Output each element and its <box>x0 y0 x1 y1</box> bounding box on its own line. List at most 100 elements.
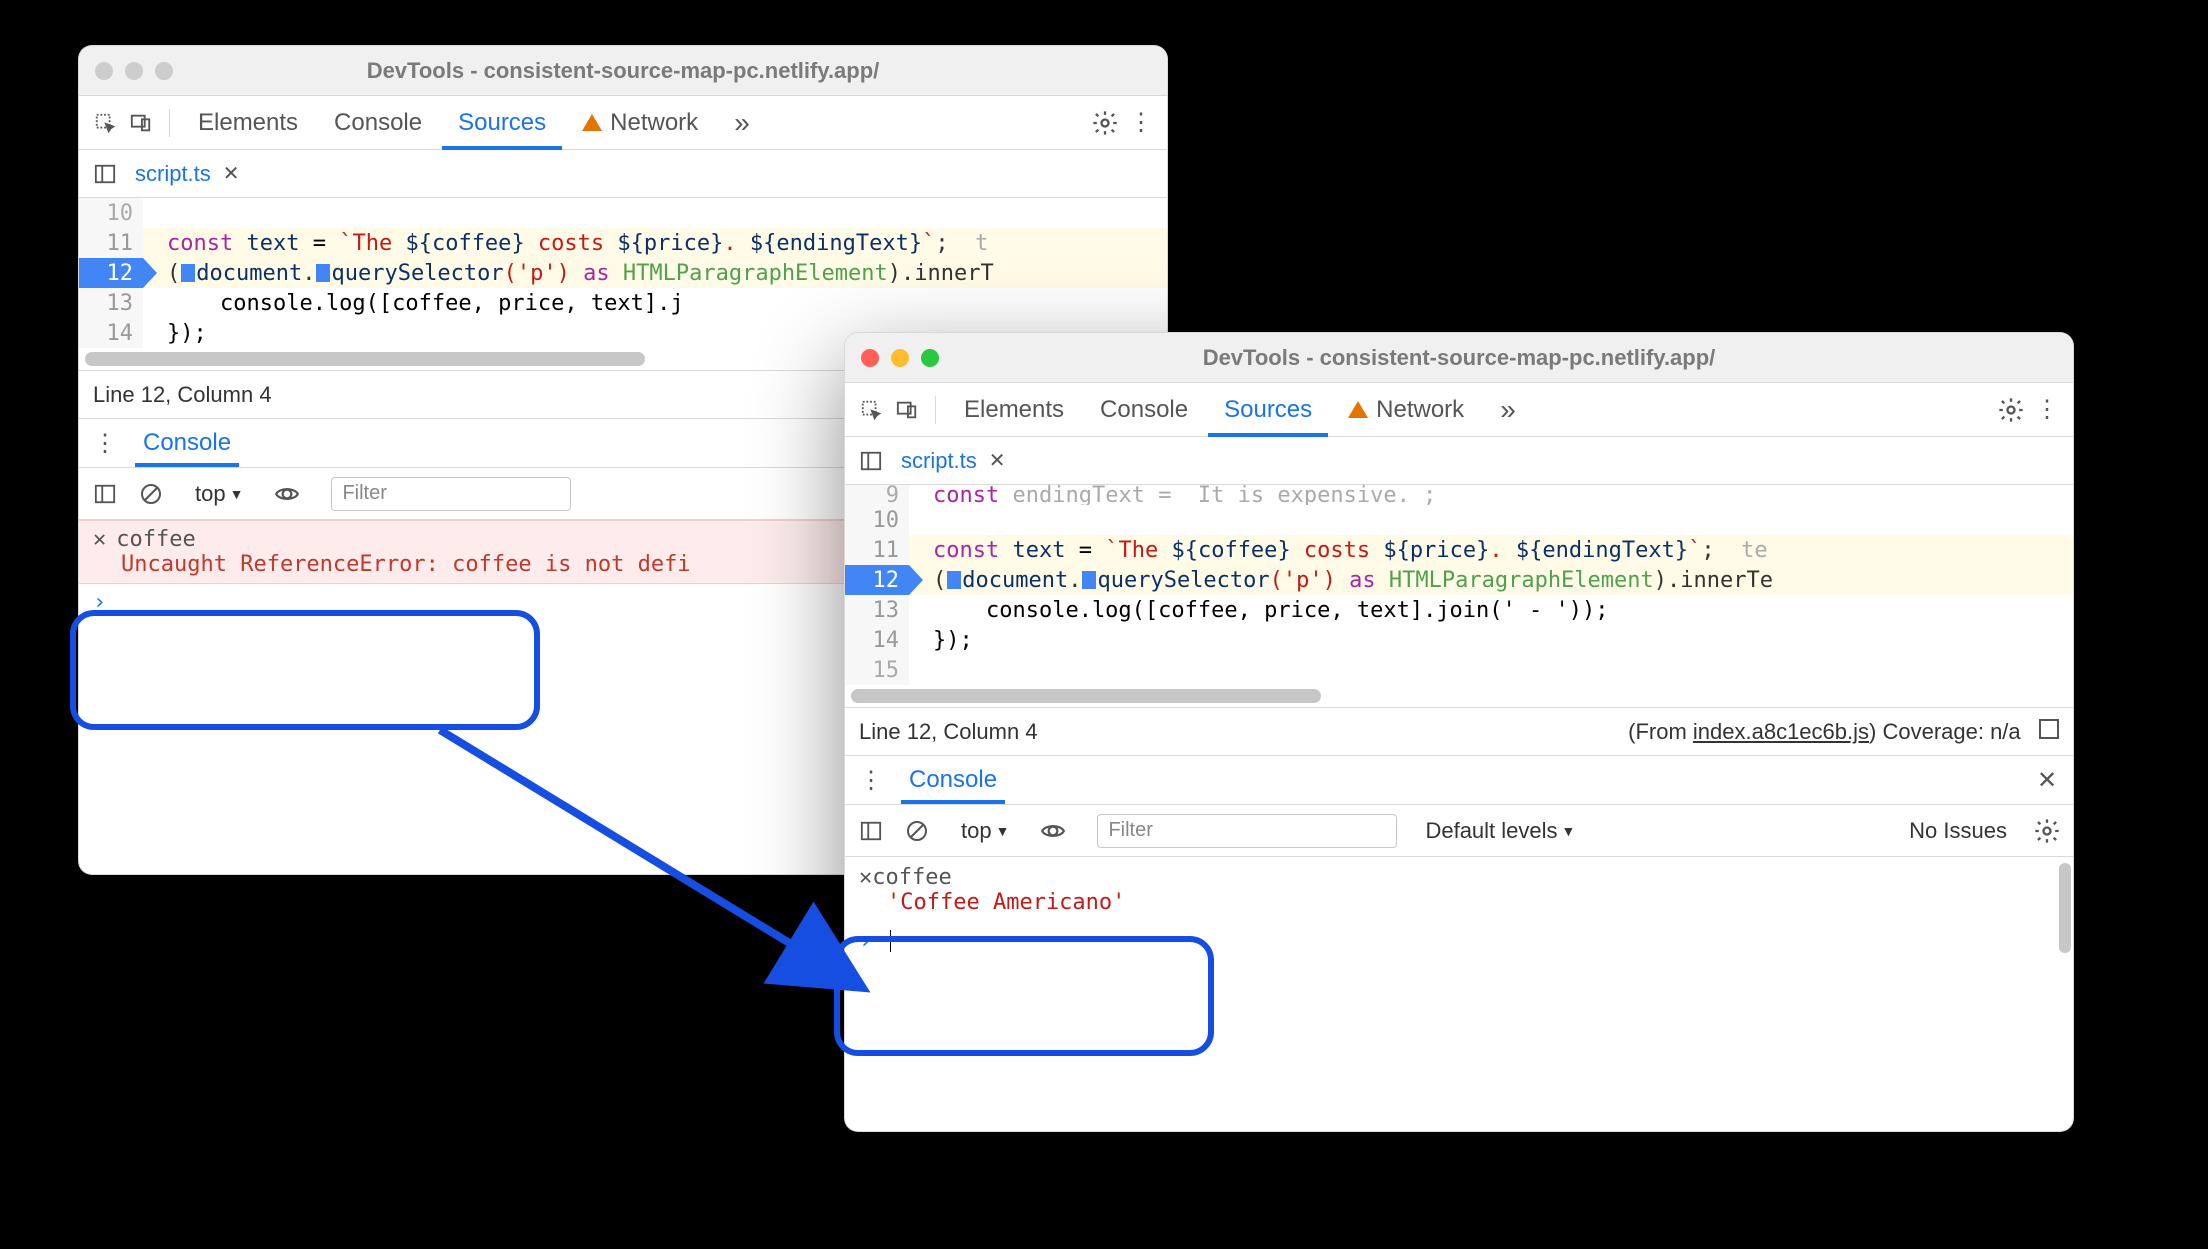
window-title: DevTools - consistent-source-map-pc.netl… <box>861 345 2057 371</box>
status-bar: Line 12, Column 4 (From index.a8c1ec6b.j… <box>845 707 2073 755</box>
cursor-position: Line 12, Column 4 <box>859 719 1038 745</box>
exec-line-number: 12 <box>79 258 143 288</box>
evaluated-expression: coffee <box>116 527 195 552</box>
tab-console[interactable]: Console <box>1084 383 1204 437</box>
live-expression-icon[interactable] <box>1037 815 1069 847</box>
zoom-icon[interactable] <box>921 349 939 367</box>
tab-network[interactable]: Network <box>566 96 714 150</box>
overlay-badge-icon <box>947 571 961 589</box>
horizontal-scrollbar[interactable] <box>851 689 1321 703</box>
code-line-14: }); <box>143 321 207 346</box>
inspect-icon[interactable] <box>89 107 121 139</box>
main-toolbar: Elements Console Sources Network » ⋮ <box>79 96 1167 150</box>
overlay-badge-icon <box>181 264 195 282</box>
log-levels[interactable]: Default levels ▼ <box>1425 818 1575 844</box>
minimize-icon[interactable] <box>891 349 909 367</box>
code-line-9: const endingText = It is expensive. ; <box>909 485 1436 505</box>
line-number: 14 <box>79 318 143 348</box>
sidebar-toggle-icon[interactable] <box>855 815 887 847</box>
filter-input[interactable]: Filter <box>1097 814 1397 848</box>
line-number: 10 <box>79 198 143 228</box>
line-number: 11 <box>845 535 909 565</box>
drawer-tabs: ⋮ Console ✕ <box>845 755 2073 805</box>
warning-icon <box>582 114 602 131</box>
drawer-tab-console[interactable]: Console <box>901 756 1005 804</box>
clear-console-icon[interactable] <box>901 815 933 847</box>
line-number: 13 <box>845 595 909 625</box>
settings-icon[interactable] <box>1089 107 1121 139</box>
tabs-overflow[interactable]: » <box>718 96 766 150</box>
panel-toggle-icon[interactable] <box>89 158 121 190</box>
traffic-lights[interactable] <box>95 62 173 80</box>
line-number: 10 <box>845 505 909 535</box>
clear-console-icon[interactable] <box>135 478 167 510</box>
kebab-icon[interactable]: ⋮ <box>89 427 121 459</box>
device-toggle-icon[interactable] <box>125 107 157 139</box>
console-result: 'Coffee Americano' <box>859 890 2059 915</box>
sidebar-toggle-icon[interactable] <box>89 478 121 510</box>
titlebar: DevTools - consistent-source-map-pc.netl… <box>79 46 1167 96</box>
window-title: DevTools - consistent-source-map-pc.netl… <box>95 58 1151 84</box>
evaluated-expression: coffee <box>872 865 951 890</box>
tab-sources[interactable]: Sources <box>442 96 562 150</box>
console-toolbar: top ▼ Filter Default levels ▼ No Issues <box>845 805 2073 857</box>
code-line-12: (document.querySelector('p') as HTMLPara… <box>143 261 994 286</box>
warning-icon <box>1348 401 1368 418</box>
text-caret <box>890 930 891 952</box>
console-input-row: ✕coffee 'Coffee Americano' <box>845 857 2073 923</box>
minimize-icon[interactable] <box>125 62 143 80</box>
close-tab-icon[interactable]: ✕ <box>989 448 1006 473</box>
panel-toggle-icon[interactable] <box>855 445 887 477</box>
overlay-badge-icon <box>1082 571 1096 589</box>
tab-sources[interactable]: Sources <box>1208 383 1328 437</box>
close-tab-icon[interactable]: ✕ <box>223 161 240 186</box>
inspect-icon[interactable] <box>855 394 887 426</box>
code-line-14: }); <box>909 628 973 653</box>
traffic-lights[interactable] <box>861 349 939 367</box>
code-line-13: console.log([coffee, price, text].j <box>143 291 684 316</box>
file-tab-script[interactable]: script.ts ✕ <box>901 448 1006 474</box>
exec-line-number: 12 <box>845 565 909 595</box>
tab-network[interactable]: Network <box>1332 383 1480 437</box>
filter-input[interactable]: Filter <box>331 477 571 511</box>
tab-elements[interactable]: Elements <box>182 96 314 150</box>
tabs-overflow[interactable]: » <box>1484 383 1532 437</box>
context-selector[interactable]: top ▼ <box>961 818 1009 844</box>
kebab-icon[interactable]: ⋮ <box>2031 394 2063 426</box>
close-icon[interactable] <box>95 62 113 80</box>
context-selector[interactable]: top ▼ <box>195 481 243 507</box>
settings-icon[interactable] <box>2031 815 2063 847</box>
line-number: 15 <box>845 655 909 685</box>
kebab-icon[interactable]: ⋮ <box>1125 107 1157 139</box>
coverage-bar-icon[interactable] <box>2039 719 2059 739</box>
tab-console[interactable]: Console <box>318 96 438 150</box>
file-tabs: script.ts ✕ <box>79 150 1167 198</box>
live-expression-icon[interactable] <box>271 478 303 510</box>
drawer-tab-console[interactable]: Console <box>135 419 239 467</box>
close-drawer-icon[interactable]: ✕ <box>2031 764 2063 796</box>
line-number: 9 <box>845 485 909 505</box>
zoom-icon[interactable] <box>155 62 173 80</box>
file-tab-script[interactable]: script.ts ✕ <box>135 161 240 187</box>
kebab-icon[interactable]: ⋮ <box>855 764 887 796</box>
console-prompt[interactable]: › <box>845 923 2073 960</box>
titlebar: DevTools - consistent-source-map-pc.netl… <box>845 333 2073 383</box>
no-issues-label[interactable]: No Issues <box>1909 818 2007 844</box>
settings-icon[interactable] <box>1995 394 2027 426</box>
close-icon[interactable] <box>861 349 879 367</box>
device-toggle-icon[interactable] <box>891 394 923 426</box>
code-editor[interactable]: 9const endingText = It is expensive. ; 1… <box>845 485 2073 707</box>
collapse-icon[interactable]: ✕ <box>859 865 872 890</box>
horizontal-scrollbar[interactable] <box>85 352 645 366</box>
error-x-icon: ✕ <box>93 527 106 552</box>
line-number: 13 <box>79 288 143 318</box>
file-tab-label: script.ts <box>135 161 211 187</box>
vertical-scrollbar[interactable] <box>2059 863 2071 953</box>
console-output: ✕coffee 'Coffee Americano' › <box>845 857 2073 960</box>
code-line-12: (document.querySelector('p') as HTMLPara… <box>909 568 1773 593</box>
tab-elements[interactable]: Elements <box>948 383 1080 437</box>
devtools-window-right: DevTools - consistent-source-map-pc.netl… <box>844 332 2074 1132</box>
main-toolbar: Elements Console Sources Network » ⋮ <box>845 383 2073 437</box>
cursor-position: Line 12, Column 4 <box>93 382 272 408</box>
source-map-link[interactable]: index.a8c1ec6b.js <box>1693 719 1869 744</box>
